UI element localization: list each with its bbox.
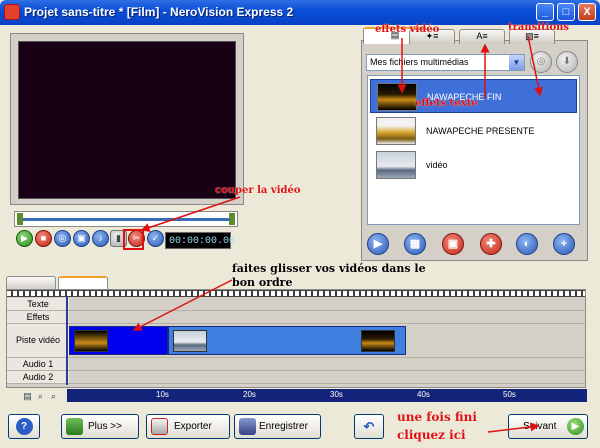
next-button[interactable]: Suivant ▶ (508, 414, 588, 439)
undo-button[interactable]: ↶ (354, 414, 384, 439)
media-thumbnail (376, 117, 416, 145)
track-label-audio2: Audio 2 (7, 371, 69, 384)
timecode-display[interactable]: 00:00:00.00 (165, 232, 235, 249)
track-label-video: Piste vidéo (7, 324, 69, 358)
confirm-button[interactable]: ✓ (147, 230, 164, 247)
media-add-button[interactable]: + (553, 233, 575, 255)
media-item-name: NAWAPECHE PRESENTE (426, 126, 535, 136)
save-button[interactable]: Enregistrer (234, 414, 321, 439)
export-label: Exporter (174, 421, 212, 432)
slider-track (23, 218, 229, 221)
ruler-tick: 20s (243, 390, 256, 399)
preview-panel (10, 33, 244, 205)
trim-start-marker[interactable] (17, 213, 23, 225)
media-source-select[interactable]: Mes fichiers multimédias ▼ (366, 54, 525, 71)
film-strip-top (7, 290, 585, 297)
track-audio1[interactable] (69, 358, 585, 371)
ruler-tick: 10s (156, 390, 169, 399)
clip-thumbnail (74, 330, 108, 352)
track-label-effects: Effets (7, 311, 69, 324)
timeline-clip[interactable] (168, 326, 406, 355)
save-icon (239, 418, 256, 435)
close-button[interactable]: X (578, 3, 596, 21)
media-import-button[interactable]: ◐ (516, 233, 538, 255)
media-remove-button[interactable]: ▣ (442, 233, 464, 255)
tab-text-effects[interactable]: A≡ (459, 29, 505, 44)
capture-video-button[interactable]: ▦ (404, 233, 426, 255)
track-effects[interactable] (69, 311, 585, 324)
help-icon: ? (15, 418, 33, 435)
track-label-text: Texte (7, 298, 69, 311)
page-icon[interactable]: ▤ (22, 391, 33, 402)
video-preview-screen (18, 41, 236, 199)
track-audio2[interactable] (69, 371, 585, 384)
annotation-video-effects: effets vidéo (375, 24, 440, 35)
media-source-value: Mes fichiers multimédias (370, 57, 469, 67)
timeline-clip[interactable] (69, 326, 168, 355)
ruler-tick: 40s (417, 390, 430, 399)
more-icon (66, 418, 83, 435)
media-item-name: vidéo (426, 160, 448, 170)
maximize-button[interactable]: □ (557, 3, 575, 21)
save-label: Enregistrer (259, 421, 308, 432)
timeline-ruler[interactable]: 10s 20s 30s 40s 50s (67, 389, 587, 402)
cut-button-highlight (123, 229, 144, 250)
export-icon (151, 418, 168, 435)
volume-button[interactable]: ♪ (92, 230, 109, 247)
media-info-icon[interactable]: ⬇ (556, 51, 578, 73)
undo-icon: ↶ (363, 419, 375, 434)
clip-thumbnail (361, 330, 395, 352)
media-browse-button[interactable]: ▶ (367, 233, 389, 255)
zoom-in-icon[interactable]: ⌕ (35, 391, 46, 402)
annotation-drag-videos: faites glisser vos vidéos dans le bon or… (232, 262, 426, 289)
tab-storyboard[interactable] (6, 276, 56, 290)
media-item[interactable]: NAWAPECHE PRESENTE (370, 114, 577, 148)
position-slider[interactable] (14, 211, 238, 227)
nerovision-window: Projet sans-titre * [Film] - NeroVision … (0, 0, 600, 448)
annotation-cut-video: couper la vidéo (215, 185, 301, 196)
playhead[interactable] (66, 297, 68, 385)
media-action-icon[interactable]: ◎ (530, 51, 552, 73)
help-button[interactable]: ? (8, 414, 40, 439)
media-delete-button[interactable]: ✚ (480, 233, 502, 255)
trim-end-marker[interactable] (229, 213, 235, 225)
play-button[interactable]: ▶ (16, 230, 33, 247)
track-text[interactable] (69, 298, 585, 311)
tab-timeline[interactable] (58, 276, 108, 290)
media-thumbnail (377, 83, 417, 111)
annotation-done-line1: une fois fini (397, 410, 477, 424)
export-button[interactable]: Exporter (146, 414, 230, 439)
ruler-tick: 50s (503, 390, 516, 399)
annotation-transitions: transitions (508, 22, 570, 33)
snapshot-button[interactable]: ▣ (73, 230, 90, 247)
next-label: Suivant (523, 421, 557, 432)
annotation-text-effects: effets texte (415, 98, 478, 109)
track-label-audio1: Audio 1 (7, 358, 69, 371)
more-label: Plus >> (88, 421, 122, 432)
media-thumbnail (376, 151, 416, 179)
window-title: Projet sans-titre * [Film] - NeroVision … (24, 5, 294, 19)
clip-thumbnail (173, 330, 207, 352)
annotation-done-line2: cliquez ici (397, 428, 466, 442)
minimize-button[interactable]: _ (536, 3, 554, 21)
text-effects-icon: A≡ (476, 31, 488, 41)
media-item[interactable]: vidéo (370, 148, 577, 182)
app-icon (4, 4, 20, 20)
ruler-tick: 30s (330, 390, 343, 399)
more-button[interactable]: Plus >> (61, 414, 139, 439)
zoom-out-icon[interactable]: ⌕ (48, 391, 59, 402)
chevron-down-icon: ▼ (509, 55, 524, 70)
stop-button[interactable]: ■ (35, 230, 52, 247)
green-arrow-icon: ▶ (567, 418, 584, 435)
fullscreen-button[interactable]: ◎ (54, 230, 71, 247)
